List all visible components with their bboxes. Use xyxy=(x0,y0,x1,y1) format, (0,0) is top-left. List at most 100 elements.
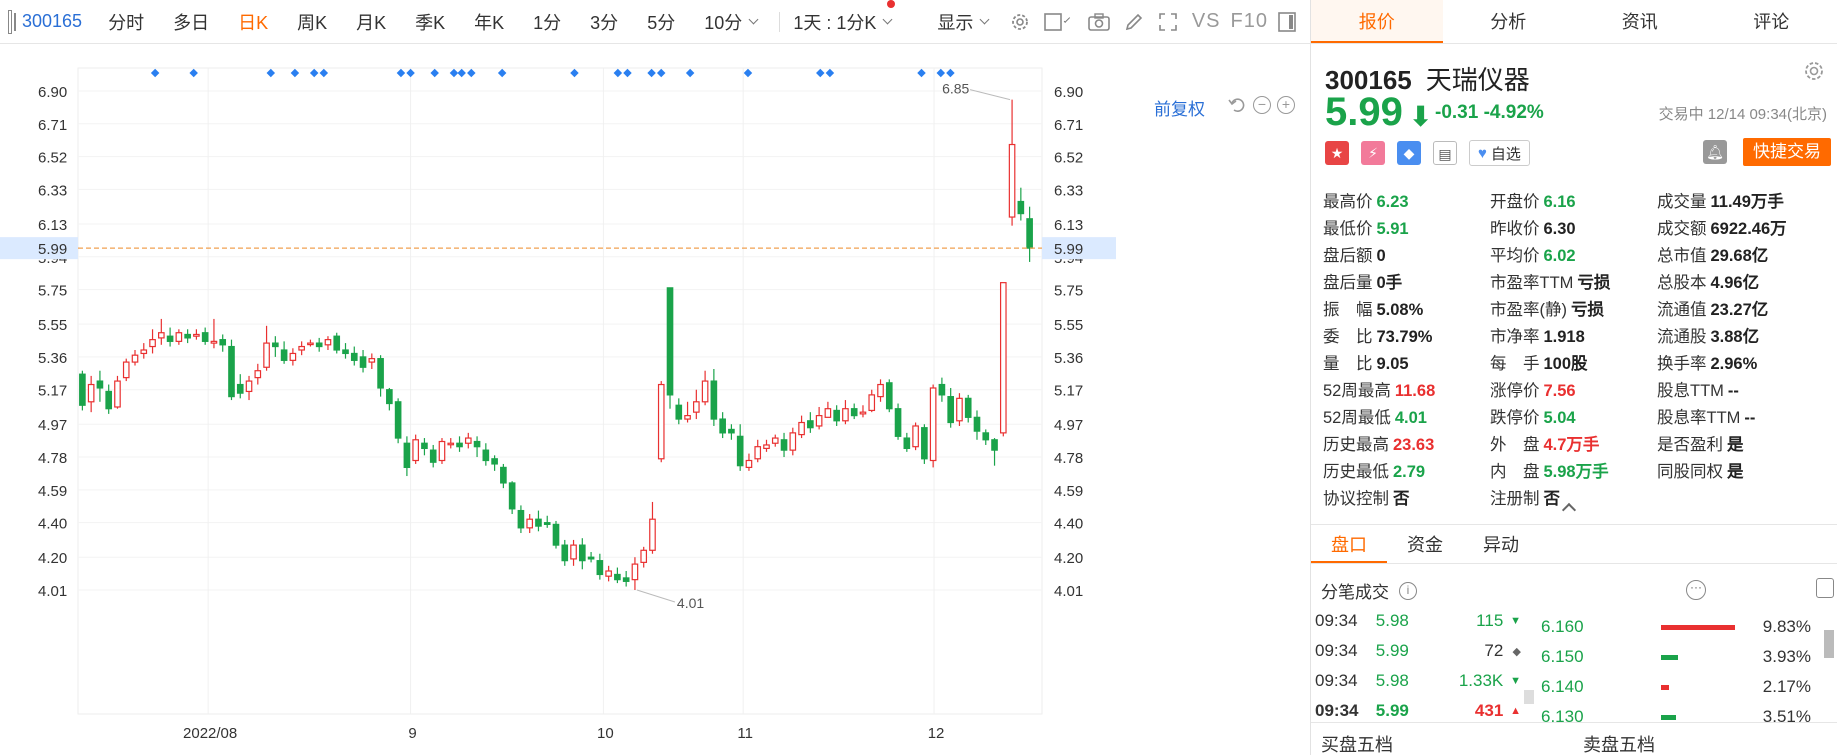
period-quarterly[interactable]: 季K xyxy=(415,9,445,35)
pencil-icon[interactable] xyxy=(1124,11,1144,33)
depth-scrollbar[interactable] xyxy=(1823,612,1835,702)
camera-icon[interactable] xyxy=(1088,11,1110,33)
pin-icon[interactable] xyxy=(1816,578,1834,598)
gear-icon[interactable] xyxy=(1010,11,1030,33)
period-multiday[interactable]: 多日 xyxy=(173,9,209,35)
subtab-movement[interactable]: 异动 xyxy=(1463,525,1539,563)
scrollbar-thumb[interactable] xyxy=(1824,630,1834,658)
tab-analysis[interactable]: 分析 xyxy=(1443,0,1575,43)
panel-toggle-icon[interactable] xyxy=(8,9,16,34)
y-tick-right: 4.59 xyxy=(1054,483,1083,500)
candle-body xyxy=(622,577,630,582)
subtab-capital[interactable]: 资金 xyxy=(1387,525,1463,563)
f10-button[interactable]: F10 xyxy=(1231,10,1268,33)
y-tick-left: 6.13 xyxy=(38,217,67,234)
stat-label: 市净率 xyxy=(1490,327,1540,346)
stat-cell: 昨收价 6.30 xyxy=(1490,215,1657,239)
vs-compare-button[interactable]: VS xyxy=(1192,10,1221,33)
stat-label: 股息率TTM xyxy=(1657,408,1741,427)
more-options-icon[interactable]: ··· xyxy=(1686,580,1706,600)
tab-news[interactable]: 资讯 xyxy=(1574,0,1706,43)
adjust-mode-link[interactable]: 前复权 xyxy=(1154,95,1205,120)
stat-cell: 平均价 6.02 xyxy=(1490,242,1657,266)
event-marker xyxy=(457,68,466,78)
candle-body xyxy=(701,380,709,403)
lightning-icon[interactable]: ⚡ xyxy=(1361,141,1385,165)
stat-cell: 内 盘 5.98万手 xyxy=(1490,458,1657,482)
bell-icon[interactable]: 🔔︎ xyxy=(1703,140,1727,164)
document-icon[interactable]: ▤ xyxy=(1433,141,1457,165)
period-monthly[interactable]: 月K xyxy=(356,9,386,35)
fullscreen-icon[interactable] xyxy=(1158,11,1178,33)
indicator-square-icon[interactable] xyxy=(1044,11,1063,33)
candle-body xyxy=(350,352,358,361)
candle-body xyxy=(780,439,788,451)
stat-label: 振 幅 xyxy=(1323,300,1373,319)
kline-chart[interactable]: 6.90 6.90 6.71 6.71 6.52 6.52 6.33 6.33 6.13 6.13… xyxy=(0,44,1310,755)
event-marker xyxy=(613,68,623,78)
trade-time: 09:34 xyxy=(1315,671,1358,690)
display-select[interactable]: 显示 xyxy=(937,9,990,35)
sidebar-toggle-icon[interactable] xyxy=(1278,11,1296,33)
period-5min[interactable]: 5分 xyxy=(647,9,675,35)
plus-icon[interactable]: + xyxy=(1277,96,1295,114)
subtab-orderbook[interactable]: 盘口 xyxy=(1311,525,1387,563)
y-tick-right: 6.33 xyxy=(1054,182,1083,199)
stat-cell: 历史最低 2.79 xyxy=(1323,458,1490,482)
event-marker xyxy=(396,68,406,78)
period-yearly[interactable]: 年K xyxy=(474,9,504,35)
stat-label: 昨收价 xyxy=(1490,219,1540,238)
candle-body xyxy=(754,446,762,460)
tab-quote[interactable]: 报价 xyxy=(1311,0,1443,43)
minus-icon[interactable]: − xyxy=(1253,96,1271,114)
candle-body xyxy=(184,333,191,339)
candle-body xyxy=(798,421,805,436)
kline-svg[interactable]: 6.90 6.90 6.71 6.71 6.52 6.52 6.33 6.33 6.13 6.13… xyxy=(0,44,1310,755)
period-weekly[interactable]: 周K xyxy=(297,9,327,35)
combo-select[interactable]: 1天 : 1分K xyxy=(793,0,896,35)
trade-status: 交易中 12/14 09:34(北京) xyxy=(1658,106,1827,123)
stat-cell: 外 盘 4.7万手 xyxy=(1490,431,1657,455)
candle-body xyxy=(763,444,770,450)
candle-body xyxy=(149,339,156,348)
tab-comments[interactable]: 评论 xyxy=(1706,0,1837,43)
stat-cell: 市盈率(静) 亏损 xyxy=(1490,296,1657,320)
stat-value: 29.68亿 xyxy=(1710,246,1769,265)
settings-gear-icon[interactable] xyxy=(1803,60,1825,88)
undo-icon[interactable] xyxy=(1228,96,1246,114)
event-marker xyxy=(623,68,632,78)
tag-icon[interactable]: ◆ xyxy=(1397,141,1421,165)
candle-body xyxy=(87,383,95,403)
stat-value: 否 xyxy=(1393,489,1410,508)
period-intraday[interactable]: 分时 xyxy=(108,9,144,35)
current-price-label-right: 5.99 xyxy=(1054,241,1083,258)
stats-grid: 最高价 6.23 开盘价 6.16 成交量 11.49万手 最低价 5.91 昨收价 6.30 成交… xyxy=(1323,186,1833,510)
quick-trade-button[interactable]: 快捷交易 xyxy=(1743,138,1831,166)
add-watchlist-label: 自选 xyxy=(1490,145,1521,163)
change-percent: -4.92% xyxy=(1483,102,1544,123)
chevron-down-icon[interactable] xyxy=(1064,15,1071,23)
display-select-label: 显示 xyxy=(937,12,974,33)
candle-body xyxy=(736,435,744,467)
period-1min[interactable]: 1分 xyxy=(533,9,561,35)
candle-body xyxy=(386,389,393,405)
stat-label: 外 盘 xyxy=(1490,435,1540,454)
chevron-down-icon xyxy=(748,14,759,24)
event-marker xyxy=(189,68,198,78)
candle-body xyxy=(272,342,279,348)
candle-body xyxy=(894,408,902,437)
stat-label: 历史最高 xyxy=(1323,435,1389,454)
candle-body xyxy=(991,439,998,451)
stat-value: 2.96% xyxy=(1710,354,1758,373)
stat-label: 流通值 xyxy=(1657,300,1707,319)
stock-code-link[interactable]: 300165 xyxy=(22,11,82,32)
period-daily[interactable]: 日K xyxy=(238,9,268,35)
y-tick-left: 4.20 xyxy=(38,550,67,567)
add-watchlist-button[interactable]: ♥ 自选 xyxy=(1469,140,1530,166)
stat-cell: 成交额 6922.46万 xyxy=(1657,215,1824,239)
interval-select[interactable]: 10分 xyxy=(704,9,759,35)
stat-value: 是 xyxy=(1727,462,1744,481)
info-icon[interactable]: i xyxy=(1399,581,1417,600)
period-3min[interactable]: 3分 xyxy=(590,9,618,35)
stat-cell: 是否盈利是 xyxy=(1657,431,1824,455)
